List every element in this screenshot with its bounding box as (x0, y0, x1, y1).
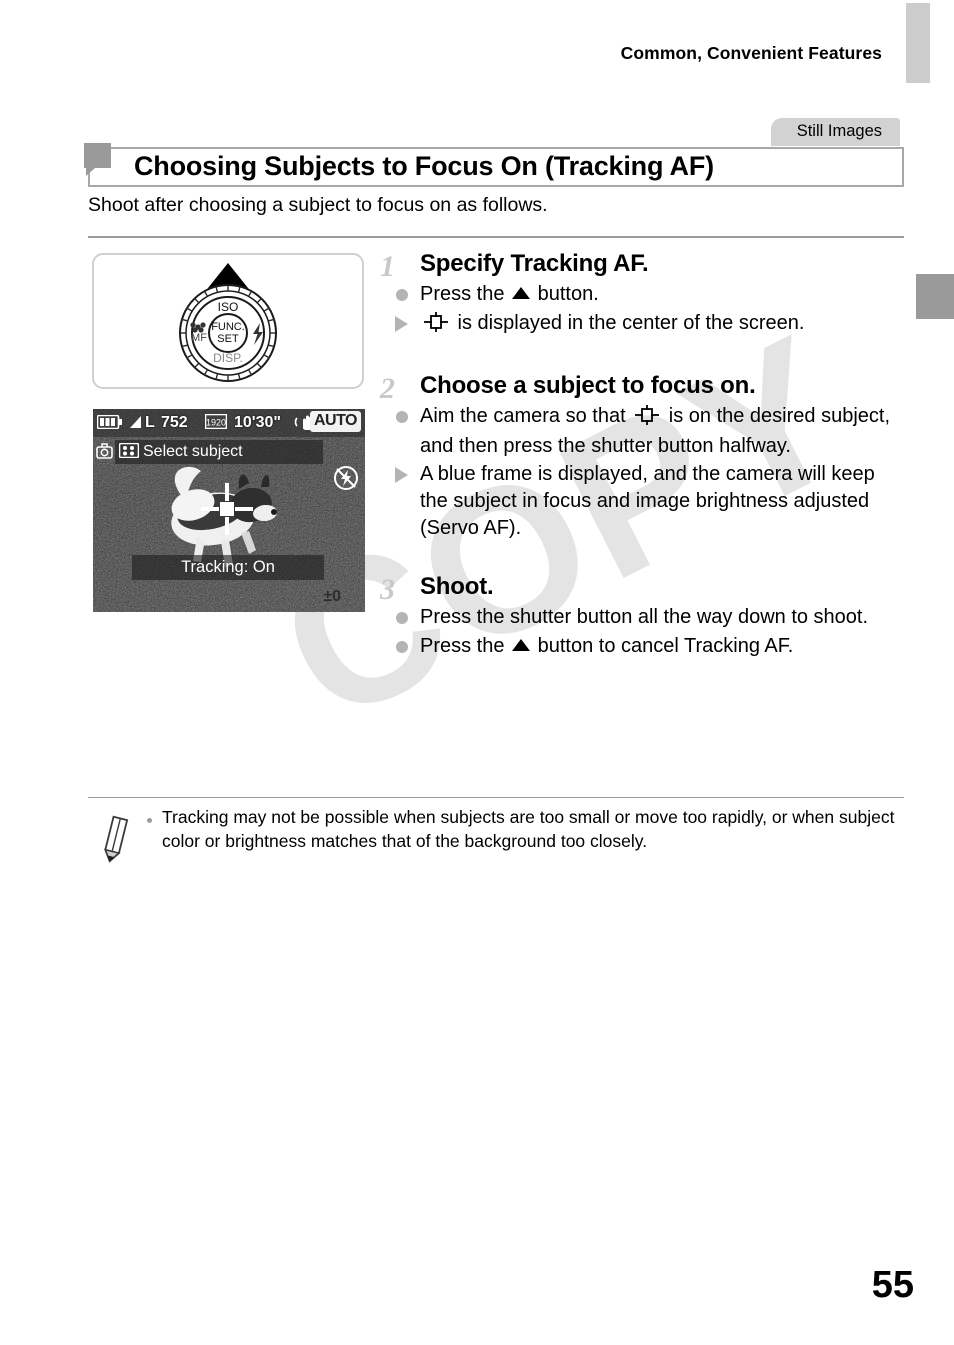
svg-text:SET: SET (217, 333, 239, 345)
af-frame-inline-icon (423, 311, 449, 340)
steps-list: 1 Specify Tracking AF. Press the button. (380, 250, 904, 659)
edge-index-tab-active (916, 274, 954, 319)
lcd-mode-badge: AUTO (309, 411, 361, 432)
up-triangle-button-icon (512, 638, 531, 651)
step-3-bullet-1: Press the shutter button all the way dow… (380, 604, 904, 631)
svg-text:DISP.: DISP. (213, 351, 243, 365)
step-3-bullet-2-pre: Press the (420, 634, 511, 657)
step-1-bullet-2-post: is displayed in the center of the screen… (452, 311, 805, 334)
page-number: 55 (871, 1264, 914, 1306)
step-3-title: Shoot. (420, 573, 494, 601)
af-frame-inline-icon (634, 405, 660, 433)
step-2-number: 2 (380, 372, 395, 406)
section-heading-bar: Choosing Subjects to Focus On (Tracking … (84, 143, 904, 187)
camera-shake-icon (96, 443, 113, 459)
battery-icon (97, 415, 122, 429)
step-2-bullet-2-text: A blue frame is displayed, and the camer… (420, 463, 875, 539)
step-1-bullet-1-pre: Press the (420, 283, 511, 305)
step-1-bullet-1-post: button. (532, 283, 599, 305)
step-3-bullet-2-post: button to cancel Tracking AF. (532, 634, 794, 657)
svg-text:1920: 1920 (206, 418, 226, 428)
step-1: 1 Specify Tracking AF. Press the button. (380, 250, 904, 339)
pencil-note-icon (104, 815, 129, 863)
bullet-triangle-icon (395, 315, 408, 332)
edge-index-tab-inactive (906, 3, 930, 83)
step-3-bullet-1-text: Press the shutter button all the way dow… (420, 606, 869, 629)
note-bullet-dot-icon (147, 818, 152, 823)
section-intro-text: Shoot after choosing a subject to focus … (88, 194, 548, 216)
lcd-tracking-status-bar: Tracking: On (132, 555, 324, 580)
step-3-bullet-2: Press the button to cancel Tracking AF. (380, 633, 904, 660)
bullet-dot-icon (396, 612, 408, 625)
step-2-bullet-2: A blue frame is displayed, and the camer… (380, 461, 904, 541)
step-3-number: 3 (380, 573, 395, 607)
movie-resolution-icon: 1920 (205, 414, 227, 429)
up-triangle-button-icon (512, 287, 531, 299)
still-images-category-tab: Still Images (770, 118, 900, 146)
horizontal-rule-top (88, 236, 904, 238)
lcd-exposure-comp: ±0 (323, 588, 341, 605)
multi-select-icon (118, 442, 140, 459)
step-2-bullet-1: Aim the camera so that is on the desired… (380, 403, 904, 459)
step-3-bullets: Press the shutter button all the way dow… (380, 604, 904, 659)
step-2-bullet-1-pre: Aim the camera so that (420, 405, 632, 428)
figure-lcd-screen: L 752 1920 10'30" AUTO Select subject Tr… (93, 409, 365, 612)
svg-text:MF: MF (191, 332, 207, 344)
svg-text:FUNC.: FUNC. (211, 321, 245, 333)
step-2-title: Choose a subject to focus on. (420, 372, 756, 400)
flash-off-icon (334, 466, 358, 490)
note-text: Tracking may not be possible when subjec… (162, 807, 895, 851)
lcd-quality-label: L (145, 414, 155, 431)
lcd-movie-time: 10'30" (234, 414, 281, 431)
lcd-select-subject-label: Select subject (143, 443, 243, 460)
bullet-dot-icon (396, 289, 408, 301)
running-header-title: Common, Convenient Features (620, 43, 882, 63)
horizontal-rule-note (88, 797, 904, 798)
step-1-number: 1 (380, 250, 395, 283)
lcd-select-subject-bar: Select subject (115, 440, 323, 464)
image-quality-icon (130, 416, 141, 428)
step-3: 3 Shoot. Press the shutter button all th… (380, 573, 904, 659)
step-2-bullets: Aim the camera so that is on the desired… (380, 403, 904, 541)
bookmark-flag-icon (84, 143, 111, 176)
step-1-bullets: Press the button. is displayed in the ce… (380, 281, 904, 339)
note-block: Tracking may not be possible when subjec… (88, 806, 904, 863)
bullet-triangle-icon (395, 467, 408, 484)
step-1-bullet-2: is displayed in the center of the screen… (380, 310, 904, 340)
svg-text:ISO: ISO (218, 300, 239, 314)
step-2: 2 Choose a subject to focus on. Aim the … (380, 372, 904, 541)
page-title: Choosing Subjects to Focus On (Tracking … (134, 151, 714, 181)
still-images-label: Still Images (796, 122, 882, 140)
figure-control-dial: FUNC. SET ISO DISP. MF (92, 253, 364, 389)
bullet-dot-icon (396, 411, 408, 424)
af-frame-crosshair-icon (201, 483, 253, 535)
step-1-bullet-1: Press the button. (380, 281, 904, 308)
step-1-title: Specify Tracking AF. (420, 250, 649, 277)
control-dial-illustration: FUNC. SET ISO DISP. MF (179, 263, 277, 382)
lcd-shots-remaining: 752 (161, 414, 188, 431)
bullet-dot-icon (396, 640, 408, 653)
lcd-top-info-bar: L 752 1920 10'30" AUTO (93, 409, 365, 437)
